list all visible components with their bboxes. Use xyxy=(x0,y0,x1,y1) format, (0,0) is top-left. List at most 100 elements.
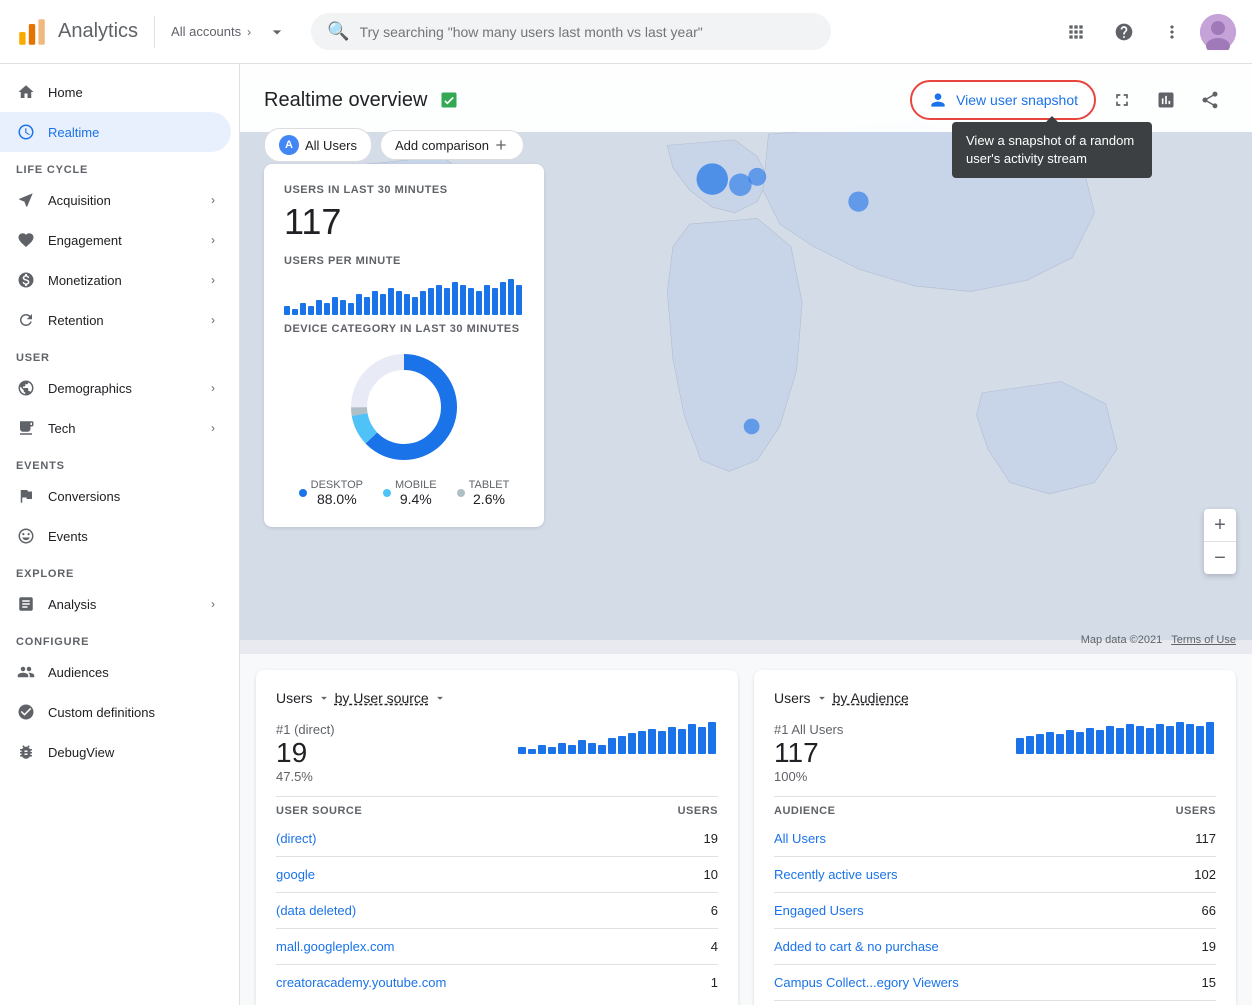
mini-bar xyxy=(608,738,616,754)
mini-bar xyxy=(1026,736,1034,754)
fullscreen-icon-btn[interactable] xyxy=(1104,82,1140,118)
audiences-icon xyxy=(16,662,36,682)
help-icon xyxy=(1114,22,1134,42)
engagement-icon xyxy=(16,230,36,250)
row-value: 1 xyxy=(711,975,718,990)
sidebar-item-audiences[interactable]: Audiences xyxy=(0,652,231,692)
mini-bar xyxy=(1116,728,1124,754)
account-selector[interactable]: All accounts › xyxy=(171,24,251,39)
mini-bar xyxy=(578,740,586,754)
audience-table-body: All Users 117 Recently active users 102 … xyxy=(774,821,1216,1005)
chip-avatar: A xyxy=(279,135,299,155)
row-name[interactable]: Added to cart & no purchase xyxy=(774,939,939,954)
row-name[interactable]: (data deleted) xyxy=(276,903,356,918)
chart-icon-btn[interactable] xyxy=(1148,82,1184,118)
mini-bar xyxy=(658,731,666,754)
row-name[interactable]: Recently active users xyxy=(774,867,898,882)
zoom-in-button[interactable]: + xyxy=(1204,509,1236,541)
all-users-chip[interactable]: A All Users xyxy=(264,128,372,162)
tablet-label: TABLET xyxy=(469,479,510,491)
configure-section-label: CONFIGURE xyxy=(0,624,239,652)
row-name[interactable]: creatoracademy.youtube.com xyxy=(276,975,446,990)
share-icon-btn[interactable] xyxy=(1192,82,1228,118)
users-per-min-label: USERS PER MINUTE xyxy=(284,255,524,267)
sidebar-item-realtime[interactable]: Realtime xyxy=(0,112,231,152)
mini-bar xyxy=(628,733,636,754)
sidebar-item-retention[interactable]: Retention › xyxy=(0,300,231,340)
audience-users-dropdown-icon[interactable] xyxy=(815,691,829,705)
sidebar-item-debugview[interactable]: DebugView xyxy=(0,732,231,772)
sidebar-item-tech[interactable]: Tech › xyxy=(0,408,231,448)
expand-icon: › xyxy=(211,233,215,247)
mini-bar xyxy=(648,729,656,754)
table-row: mall.googleplex.com 4 xyxy=(276,929,718,965)
mini-bar xyxy=(528,749,536,754)
nav-divider xyxy=(154,16,155,48)
apps-icon-btn[interactable] xyxy=(1056,12,1096,52)
map-controls: View user snapshot View a snapshot of a … xyxy=(910,80,1228,120)
view-snapshot-button[interactable]: View user snapshot xyxy=(910,80,1096,120)
realtime-icon xyxy=(16,122,36,142)
fullscreen-icon xyxy=(1112,90,1132,110)
sidebar-item-custom-definitions[interactable]: Custom definitions xyxy=(0,692,231,732)
bar xyxy=(412,297,418,315)
mini-bar xyxy=(538,745,546,754)
mini-bar xyxy=(618,736,626,754)
apps-icon xyxy=(1066,22,1086,42)
expand-icon: › xyxy=(211,193,215,207)
users-dropdown-icon[interactable] xyxy=(317,691,331,705)
table-row: Purchasers 8 xyxy=(774,1001,1216,1005)
mini-bar xyxy=(1066,730,1074,754)
search-bar[interactable]: 🔍 xyxy=(311,13,831,50)
audience-table-header: AUDIENCE USERS xyxy=(774,796,1216,821)
bar xyxy=(492,288,498,315)
row-name[interactable]: google xyxy=(276,867,315,882)
chart-icon xyxy=(1156,90,1176,110)
row-value: 15 xyxy=(1202,975,1216,990)
user-source-mini-bars xyxy=(518,718,718,754)
tablet-value: 2.6% xyxy=(469,491,510,507)
mobile-dot xyxy=(383,489,391,497)
row-name[interactable]: mall.googleplex.com xyxy=(276,939,395,954)
bar xyxy=(436,285,442,315)
sidebar-item-analysis[interactable]: Analysis › xyxy=(0,584,231,624)
mini-bar xyxy=(688,724,696,754)
expand-icon: › xyxy=(211,381,215,395)
bar xyxy=(500,282,506,315)
user-source-card-title: Users by User source xyxy=(276,690,718,706)
row-name[interactable]: Engaged Users xyxy=(774,903,864,918)
sidebar-item-demographics[interactable]: Demographics › xyxy=(0,368,231,408)
add-comparison-button[interactable]: Add comparison xyxy=(380,130,524,160)
row-name[interactable]: All Users xyxy=(774,831,826,846)
search-input[interactable] xyxy=(360,24,816,40)
map-header: Realtime overview View user snapshot xyxy=(240,64,1252,132)
donut-chart xyxy=(344,347,464,467)
table-row: Added to cart & no purchase 19 xyxy=(774,929,1216,965)
search-icon: 🔍 xyxy=(327,21,349,42)
row-name[interactable]: (direct) xyxy=(276,831,316,846)
more-options-icon-btn[interactable] xyxy=(1152,12,1192,52)
table-row: Recently active users 102 xyxy=(774,857,1216,893)
row-name[interactable]: Campus Collect...egory Viewers xyxy=(774,975,959,990)
expand-icon: › xyxy=(211,421,215,435)
bar xyxy=(396,291,402,315)
user-avatar[interactable] xyxy=(1200,14,1236,50)
bar xyxy=(468,288,474,315)
sidebar-item-engagement[interactable]: Engagement › xyxy=(0,220,231,260)
sidebar-item-home[interactable]: Home xyxy=(0,72,231,112)
by-audience-dropdown-icon[interactable] xyxy=(433,691,447,705)
mini-bar xyxy=(1176,722,1184,754)
audience-mini-bars xyxy=(1016,718,1216,754)
sidebar-item-acquisition[interactable]: Acquisition › xyxy=(0,180,231,220)
table-row: Engaged Users 66 xyxy=(774,893,1216,929)
sidebar-item-events[interactable]: Events xyxy=(0,516,231,556)
sidebar-item-monetization[interactable]: Monetization › xyxy=(0,260,231,300)
zoom-out-button[interactable]: − xyxy=(1204,542,1236,574)
help-icon-btn[interactable] xyxy=(1104,12,1144,52)
dropdown-arrow-icon[interactable] xyxy=(267,22,287,42)
terms-of-use-link[interactable]: Terms of Use xyxy=(1171,634,1236,646)
debugview-icon xyxy=(16,742,36,762)
sidebar-item-conversions[interactable]: Conversions xyxy=(0,476,231,516)
bar xyxy=(388,288,394,315)
expand-icon: › xyxy=(211,597,215,611)
